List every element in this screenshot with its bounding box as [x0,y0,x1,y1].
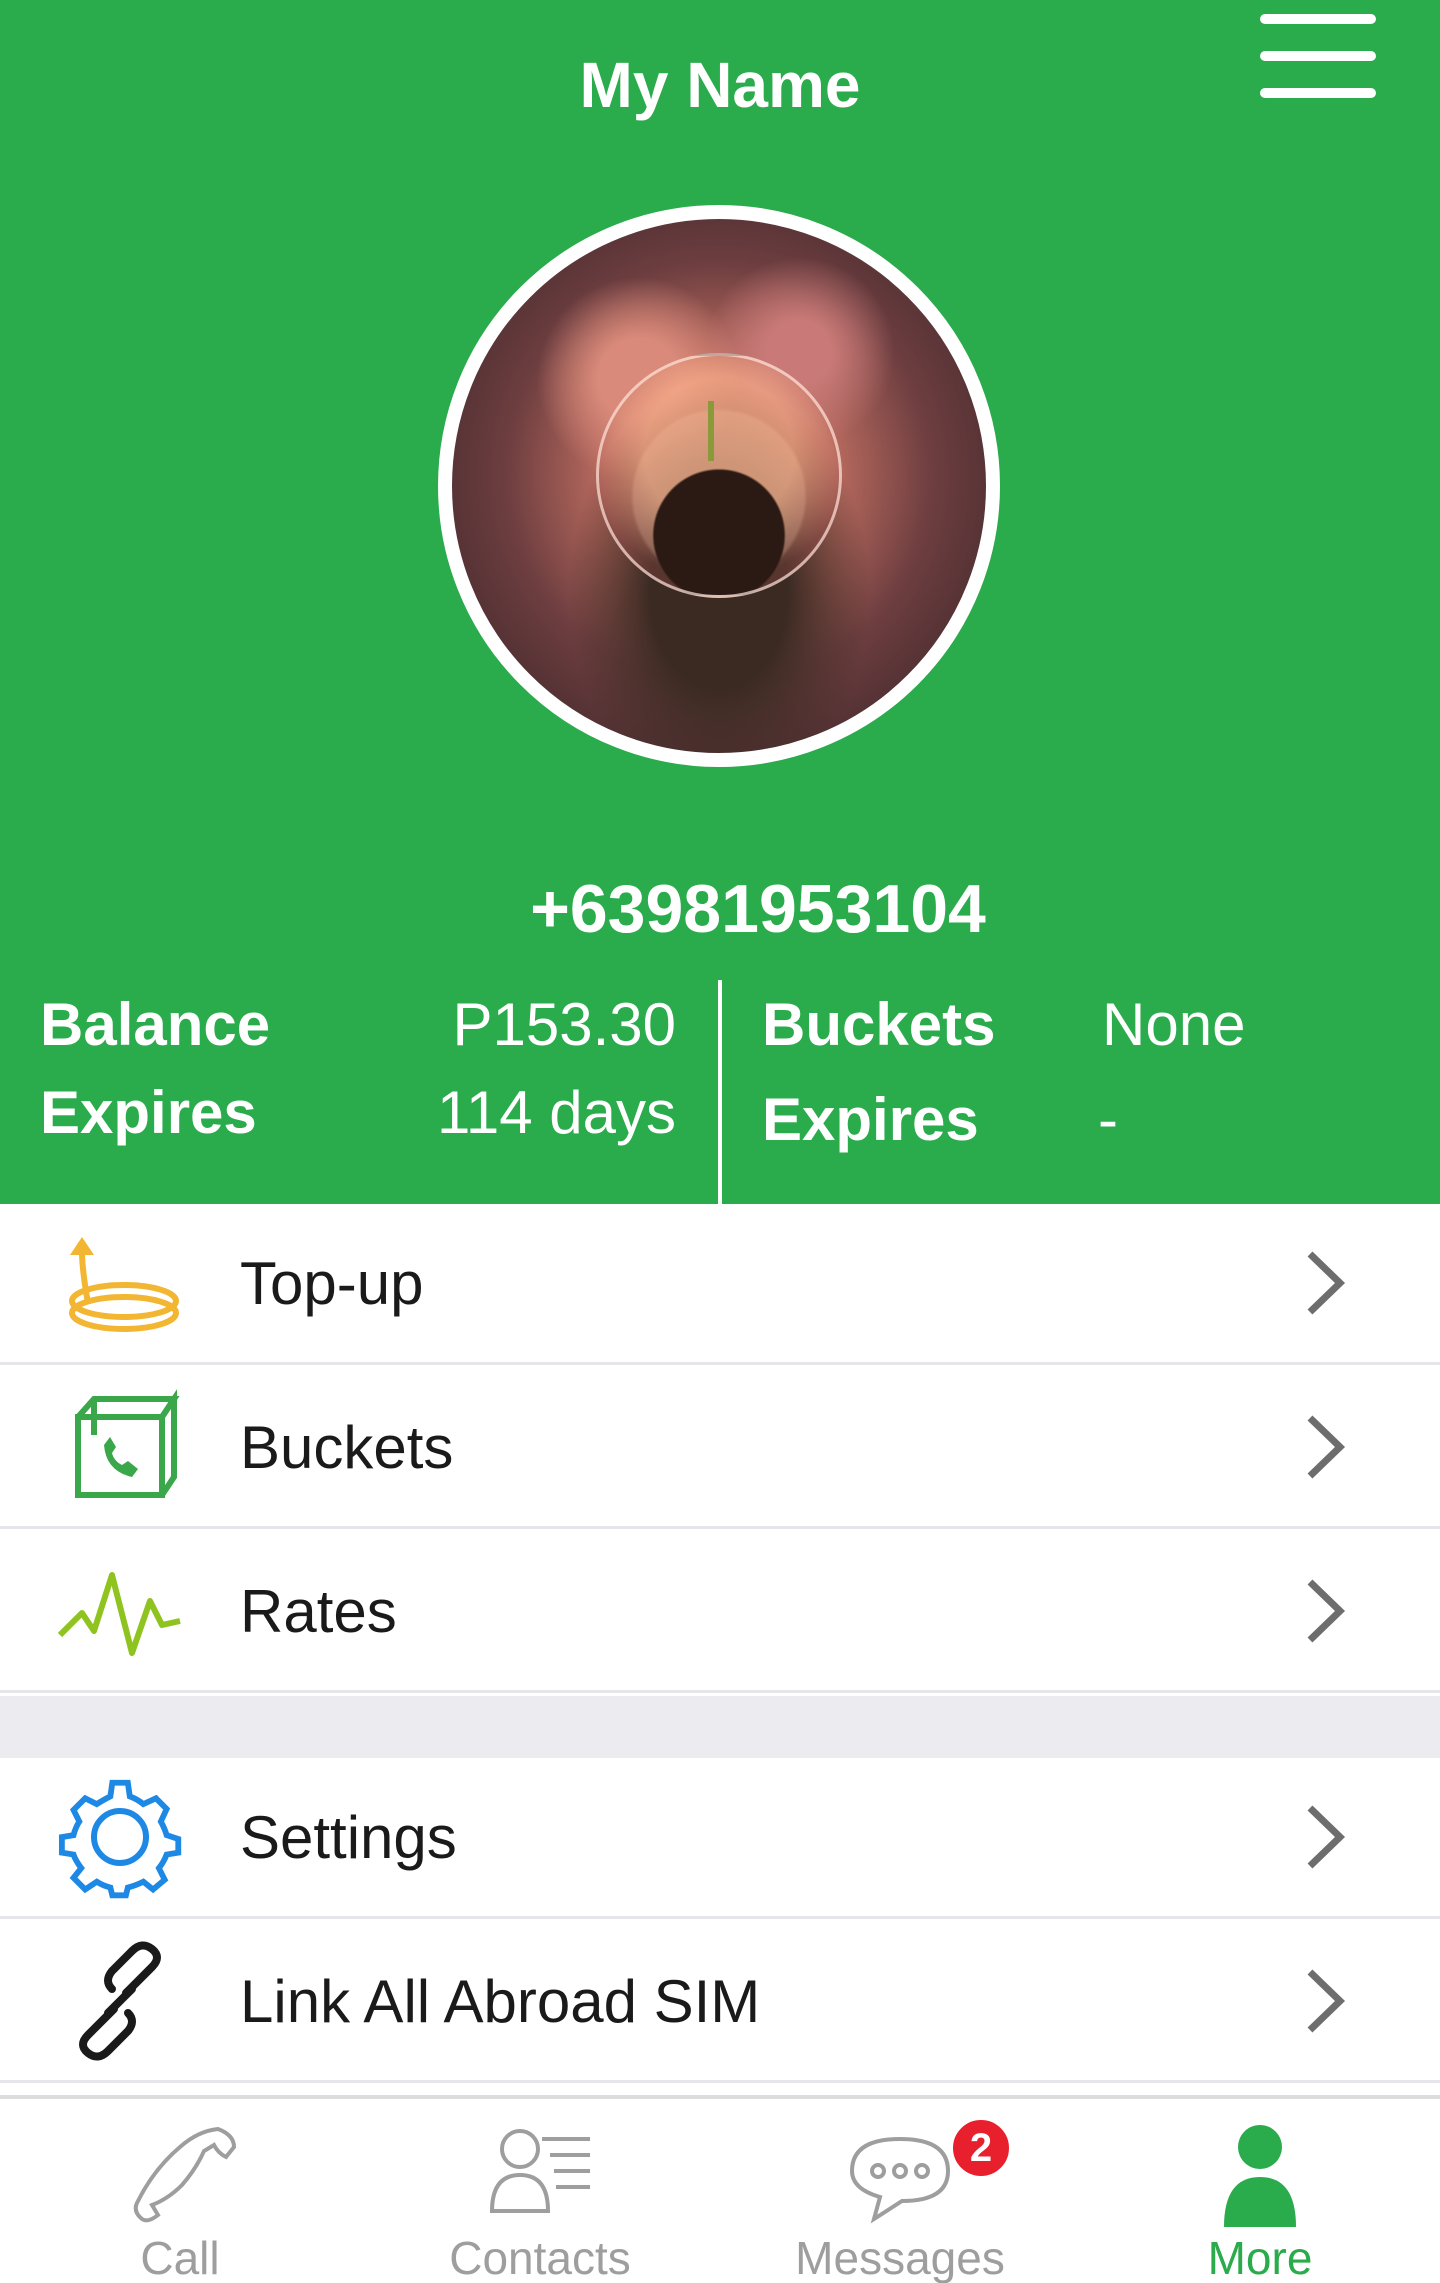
menu-item-rates[interactable]: Rates [0,1532,1440,1693]
nav-contacts[interactable]: Contacts [360,2099,720,2283]
nav-messages[interactable]: Messages [720,2099,1080,2283]
chevron-right-icon [1302,1802,1348,1872]
pulse-icon [58,1549,182,1673]
menu-item-buckets[interactable]: Buckets [0,1368,1440,1529]
messages-badge: 2 [950,2117,1012,2179]
menu-item-label: Settings [240,1803,457,1871]
gear-icon [58,1775,182,1899]
balance-expires-label: Expires [40,1079,257,1146]
page-title: My Name [579,49,861,121]
phone-number: +63981953104 [530,871,986,947]
stats-divider [718,980,722,1204]
bottom-nav: Call Contacts Messages 2 More [0,2095,1440,2283]
menu-item-label: Top-up [240,1249,424,1317]
chevron-right-icon [1302,1248,1348,1318]
link-icon [58,1939,182,2063]
section-gap [0,1696,1440,1758]
phone-icon [120,2119,240,2229]
menu-item-label: Link All Abroad SIM [240,1967,761,2035]
nav-label: More [1207,2232,1313,2283]
box-phone-icon [58,1385,182,1509]
balance-label: Balance [40,991,271,1058]
coins-arrow-icon [58,1221,182,1345]
balance-expires-value: 114 days [436,1079,676,1146]
chevron-right-icon [1302,1412,1348,1482]
profile-header: My Name +63981953104 Balance P153.30 Exp… [0,0,1440,1204]
buckets-value: None [1102,991,1246,1058]
chat-icon [840,2119,960,2229]
avatar[interactable] [438,205,1000,767]
menu-item-label: Rates [240,1577,397,1645]
nav-call[interactable]: Call [0,2099,360,2283]
menu-item-settings[interactable]: Settings [0,1758,1440,1919]
chevron-right-icon [1302,1966,1348,2036]
chevron-right-icon [1302,1576,1348,1646]
more-screen: My Name +63981953104 Balance P153.30 Exp… [0,0,1440,2283]
nav-label: Contacts [449,2232,631,2283]
nav-more[interactable]: More [1080,2099,1440,2283]
contacts-icon [480,2119,600,2229]
balance-value: P153.30 [452,991,676,1058]
menu-item-link-sim[interactable]: Link All Abroad SIM [0,1922,1440,2083]
buckets-label: Buckets [762,991,996,1058]
nav-label: Call [140,2232,220,2283]
buckets-expires-value: - [1098,1086,1118,1153]
menu-item-label: Buckets [240,1413,454,1481]
nav-label: Messages [795,2232,1005,2283]
hamburger-menu-icon[interactable] [1256,8,1380,104]
person-icon [1200,2119,1320,2229]
menu-item-top-up[interactable]: Top-up [0,1204,1440,1365]
buckets-expires-label: Expires [762,1086,979,1153]
